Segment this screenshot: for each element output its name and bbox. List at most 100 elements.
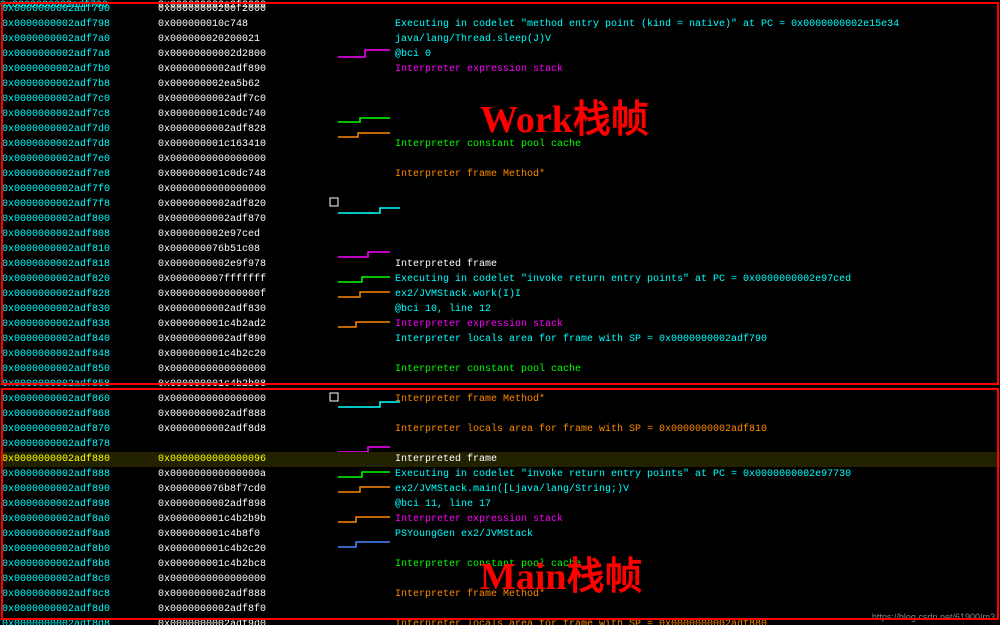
ann-cell: Interpreter constant pool cache	[335, 557, 1000, 572]
addr-cell: 0x0000000002adf7b8	[0, 77, 155, 92]
val-cell: 0x000000001c4b2b08	[155, 377, 335, 392]
addr-cell: 0x0000000002adf8a8	[0, 527, 155, 542]
table-row: 0x0000000002adf8680x0000000002adf888	[0, 407, 1000, 422]
addr-cell: 0x0000000002adf7e0	[0, 152, 155, 167]
ann-cell: Interpreter expression stack	[335, 512, 1000, 527]
ann-cell: ex2/JVMStack.main([Ljava/lang/String;)V	[335, 482, 1000, 497]
addr-cell: 0x0000000002adf828	[0, 287, 155, 302]
val-cell: 0x000000001c4b2c20	[155, 347, 335, 362]
addr-cell: 0x0000000002adf8b8	[0, 557, 155, 572]
val-cell: 0x0000000002adf890	[155, 62, 335, 77]
val-cell: 0x000000001c163410	[155, 137, 335, 152]
addr-cell: 0x0000000002adf858	[0, 377, 155, 392]
val-cell: 0x0000000002adf7c0	[155, 92, 335, 107]
addr-cell: 0x0000000002adf840	[0, 332, 155, 347]
table-row: 0x0000000002adf8380x000000001c4b2ad2Inte…	[0, 317, 1000, 332]
addr-cell: 0x0000000002adf808	[0, 227, 155, 242]
val-cell: 0x000000076b8f7cd0	[155, 482, 335, 497]
table-row: 0x0000000002adf7a00x000000020200021java/…	[0, 32, 1000, 47]
val-cell: 0x0000000002adf890	[155, 332, 335, 347]
val-cell: 0x0000000000000000	[155, 152, 335, 167]
val-cell: 0x000000020200021	[155, 32, 335, 47]
addr-cell: 0x0000000002adf898	[0, 497, 155, 512]
table-row: 0x0000000002adf7e80x000000001c0dc748Inte…	[0, 167, 1000, 182]
val-cell: 0x0000000002adf830	[155, 302, 335, 317]
table-row: 0x0000000002adf7a80x00000000002d2800@bci…	[0, 47, 1000, 62]
val-cell: 0x0000000002adf870	[155, 212, 335, 227]
addr-cell: 0x0000000002adf8b0	[0, 542, 155, 557]
table-row: 0x0000000002adf7980x000000010c748Executi…	[0, 17, 1000, 32]
val-cell: 0x000000002ea5b62	[155, 77, 335, 92]
url-label: https://blog.csdn.net/61900/m3	[872, 612, 995, 622]
addr-cell: 0x0000000002adf8d0	[0, 602, 155, 617]
table-row: 0x0000000002adf8980x0000000002adf898@bci…	[0, 497, 1000, 512]
ann-cell: Interpreter locals area for frame with S…	[335, 332, 1000, 347]
addr-cell: 0x0000000002adf7d8	[0, 137, 155, 152]
table-row: 0x0000000002adf7e00x0000000000000000	[0, 152, 1000, 167]
main-frame-label: Main栈帧	[480, 545, 643, 600]
addr-cell: 0x0000000002adf798	[0, 17, 155, 32]
table-row: 0x0000000002adf8800x0000000000000096Inte…	[0, 452, 1000, 467]
table-row: 0x0000000002adf7f00x0000000000000000	[0, 182, 1000, 197]
table-row: 0x0000000002adf8080x000000002e97ced	[0, 227, 1000, 242]
val-cell: 0x0000000002adf8d8	[155, 422, 335, 437]
addr-cell: 0x0000000002adf850	[0, 362, 155, 377]
addr-cell: 0x0000000002adf800	[0, 212, 155, 227]
table-row: 0x0000000002adf8200x000000007fffffffExec…	[0, 272, 1000, 287]
val-cell: 0x0000000002adf820	[155, 197, 335, 212]
val-cell: 0x0000000000000000	[155, 182, 335, 197]
addr-cell: 0x0000000002adf7f0	[0, 182, 155, 197]
table-row: 0x0000000002adf8d00x0000000002adf8f0	[0, 602, 1000, 617]
val-cell: 0x0000000000000000	[155, 362, 335, 377]
table-row: 0x0000000002adf8400x0000000002adf890Inte…	[0, 332, 1000, 347]
val-cell	[155, 437, 335, 452]
table-row: 0x0000000002adf8300x0000000002adf830@bci…	[0, 302, 1000, 317]
ann-cell: Executing in codelet "invoke return entr…	[335, 272, 1000, 287]
val-cell: 0x0000000002e9f978	[155, 257, 335, 272]
val-cell: 0x0000000002adf898	[155, 497, 335, 512]
addr-cell: 0x0000000002adf860	[0, 392, 155, 407]
val-cell: 0x00000000200f2000	[155, 2, 335, 17]
addr-cell: 0x0000000002adf8a0	[0, 512, 155, 527]
ann-cell: ex2/JVMStack.work(I)I	[335, 287, 1000, 302]
val-cell: 0x0000000002adf8f0	[155, 602, 335, 617]
addr-cell: 0x0000000002adf838	[0, 317, 155, 332]
val-cell: 0x0000000000000000	[155, 572, 335, 587]
ann-cell: Interpreter frame Method*	[335, 167, 1000, 182]
val-cell: 0x000000000000000f	[155, 287, 335, 302]
addr-cell: 0x0000000002adf7b0	[0, 62, 155, 77]
table-row: 0x0000000002adf8280x000000000000000fex2/…	[0, 287, 1000, 302]
val-cell: 0x0000000002adf888	[155, 407, 335, 422]
addr-cell: 0x0000000002adf7c0	[0, 92, 155, 107]
table-row: 0x0000000002adf8a00x000000001c4b2b9bInte…	[0, 512, 1000, 527]
val-cell: 0x000000076b51c08	[155, 242, 335, 257]
table-row: 0x0000000002adf878	[0, 437, 1000, 452]
val-cell: 0x000000010c748	[155, 17, 335, 32]
ann-cell: Executing in codelet "invoke return entr…	[335, 467, 1000, 482]
table-row: 0x0000000002adf7b00x0000000002adf890Inte…	[0, 62, 1000, 77]
val-cell: 0x0000000002adf888	[155, 587, 335, 602]
addr-cell: 0x0000000002adf7d0	[0, 122, 155, 137]
table-row: 0x0000000002adf8000x0000000002adf870	[0, 212, 1000, 227]
table-row: 0x0000000002adf8900x000000076b8f7cd0ex2/…	[0, 482, 1000, 497]
ann-cell: Interpreter constant pool cache	[335, 137, 1000, 152]
addr-cell: 0x0000000002adf848	[0, 347, 155, 362]
addr-cell: 0x0000000002adf880	[0, 452, 155, 467]
ann-cell: Interpreter locals area for frame with S…	[335, 422, 1000, 437]
ann-cell: PSYoungGen ex2/JVMStack	[335, 527, 1000, 542]
ann-cell: @bci 11, line 17	[335, 497, 1000, 512]
table-row: 0x0000000002adf8480x000000001c4b2c20	[0, 347, 1000, 362]
val-cell: 0x000000001c0dc740	[155, 107, 335, 122]
table-row: 0x0000000002adf7f80x0000000002adf820	[0, 197, 1000, 212]
table-row: 0x0000000002adf8600x0000000000000000Inte…	[0, 392, 1000, 407]
addr-cell: 0x0000000002adf868	[0, 407, 155, 422]
ann-cell: Interpreter frame Method*	[335, 587, 1000, 602]
ann-cell: @bci 0	[335, 47, 1000, 62]
table-row: 0x0000000002adf8d80x0000000002adf9d0Inte…	[0, 617, 1000, 625]
ann-cell: Interpreter constant pool cache	[335, 362, 1000, 377]
addr-cell: 0x0000000002adf790	[0, 2, 155, 17]
val-cell: 0x000000001c4b2c20	[155, 542, 335, 557]
ann-cell: Interpreter expression stack	[335, 317, 1000, 332]
ann-cell: Interpreter frame Method*	[335, 392, 1000, 407]
main-container: 0x0000000002adf790 0x000000002a2f2000	[0, 0, 1000, 625]
